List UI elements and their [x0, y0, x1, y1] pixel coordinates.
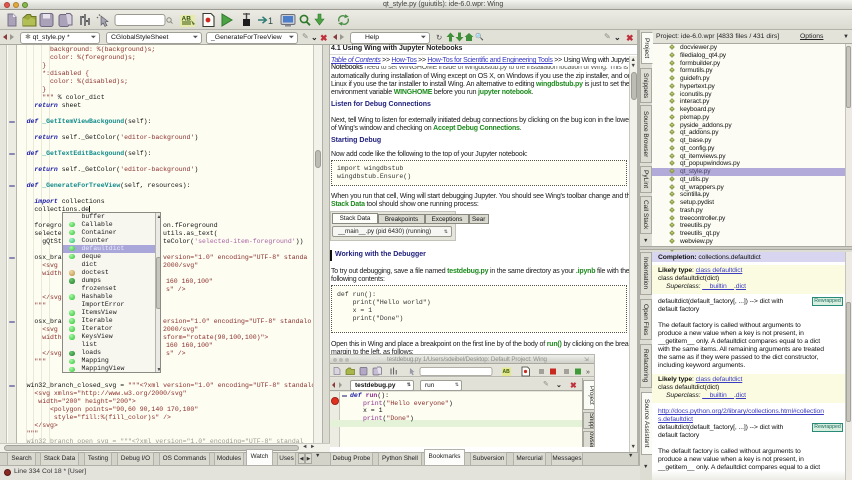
svg-text:1: 1: [268, 16, 273, 26]
svg-text:AB: AB: [503, 369, 511, 375]
svg-text:AB: AB: [182, 16, 192, 23]
svg-text:»: »: [586, 369, 590, 376]
